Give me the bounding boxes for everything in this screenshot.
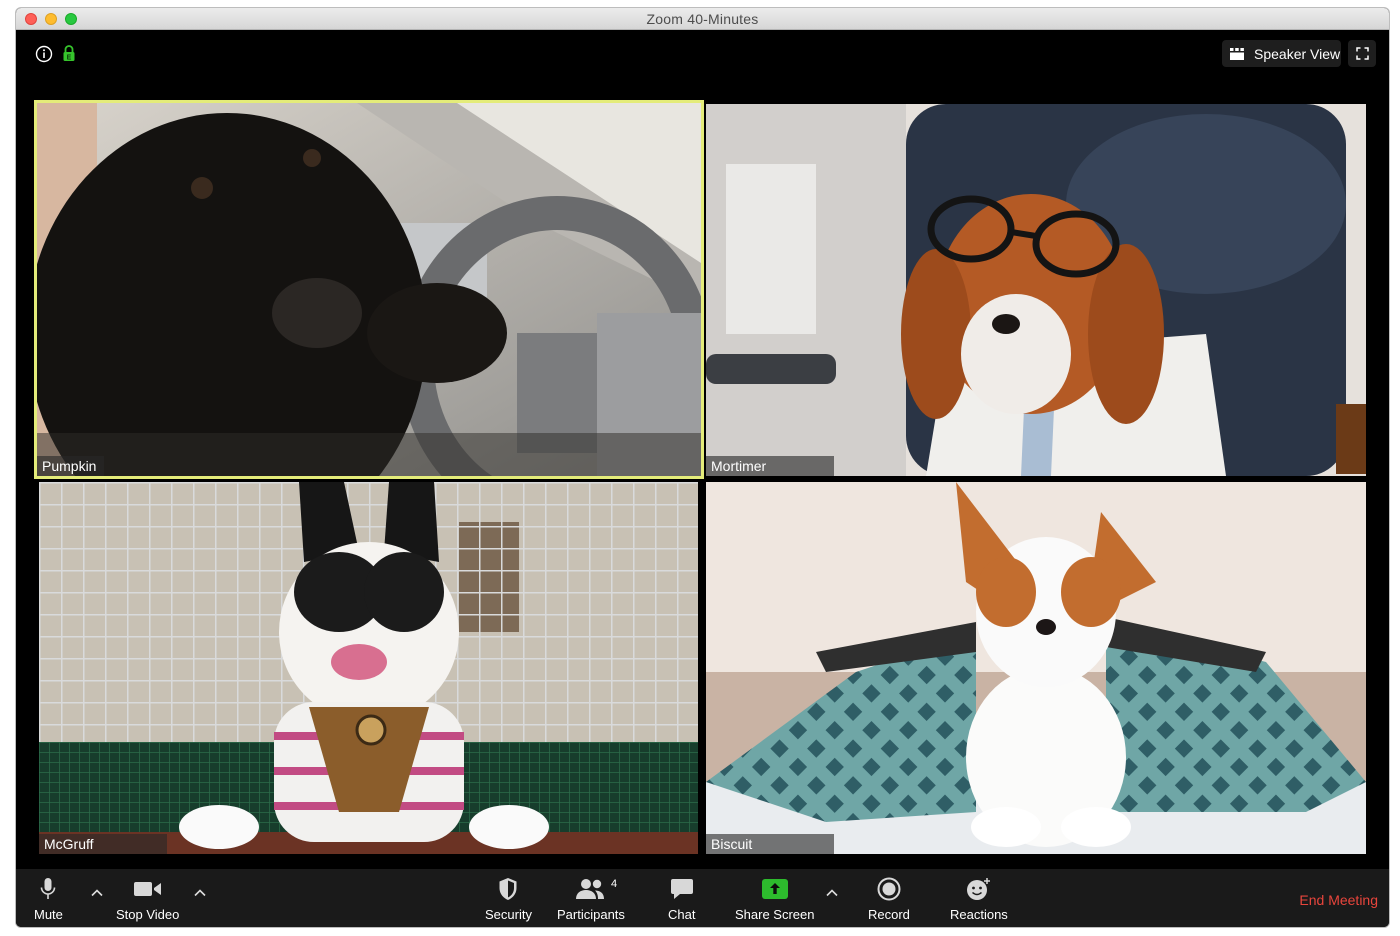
video-feed-pumpkin: [37, 103, 701, 476]
svg-text:E: E: [67, 55, 72, 62]
video-tile-mcgruff[interactable]: McGruff: [39, 482, 698, 854]
participant-name: Mortimer: [706, 456, 834, 476]
shield-icon: [499, 878, 517, 900]
record-button[interactable]: Record: [868, 875, 910, 922]
info-icon[interactable]: [35, 45, 53, 63]
end-meeting-button[interactable]: End Meeting: [1299, 892, 1378, 908]
security-button[interactable]: Security: [485, 875, 532, 922]
video-tile-mortimer[interactable]: Mortimer: [706, 104, 1366, 476]
chevron-up-icon[interactable]: [193, 886, 207, 900]
mute-label: Mute: [34, 907, 63, 922]
record-icon: [877, 877, 901, 901]
video-camera-icon: [133, 882, 161, 896]
stop-video-label: Stop Video: [116, 907, 180, 922]
participant-name: McGruff: [39, 834, 167, 854]
security-label: Security: [485, 907, 532, 922]
title-bar: Zoom 40-Minutes: [16, 8, 1389, 30]
record-label: Record: [868, 907, 910, 922]
share-screen-icon: [761, 879, 788, 899]
video-tile-biscuit[interactable]: Biscuit: [706, 482, 1366, 854]
fullscreen-icon: [1355, 47, 1369, 60]
speaker-view-label: Speaker View: [1254, 45, 1341, 62]
share-screen-label: Share Screen: [735, 907, 815, 922]
chat-button[interactable]: Chat: [668, 875, 695, 922]
speaker-view-button[interactable]: Speaker View: [1222, 40, 1341, 67]
lock-icon[interactable]: E: [62, 44, 76, 62]
chevron-up-icon[interactable]: [90, 886, 104, 900]
participant-name: Biscuit: [706, 834, 834, 854]
zoom-window: Zoom 40-Minutes E Speaker View Pumpkin M…: [16, 8, 1389, 927]
speaker-view-icon: [1230, 47, 1244, 60]
video-feed-mcgruff: [39, 482, 698, 854]
participant-name: Pumpkin: [37, 456, 105, 476]
video-tile-pumpkin[interactable]: Pumpkin: [34, 100, 704, 479]
fullscreen-button[interactable]: [1348, 40, 1376, 67]
share-screen-button[interactable]: Share Screen: [735, 875, 815, 922]
meeting-toolbar: Mute Stop Video Security Participants 4 …: [16, 869, 1389, 927]
reactions-label: Reactions: [950, 907, 1008, 922]
video-feed-biscuit: [706, 482, 1366, 854]
participants-icon: [575, 879, 604, 899]
reactions-button[interactable]: Reactions: [950, 875, 1008, 922]
video-feed-mortimer: [706, 104, 1366, 476]
window-title: Zoom 40-Minutes: [646, 11, 759, 27]
mute-button[interactable]: Mute: [34, 875, 63, 922]
stop-video-button[interactable]: Stop Video: [116, 875, 179, 922]
chat-bubble-icon: [670, 879, 693, 899]
reaction-emoji-icon: [966, 878, 990, 900]
participants-label: Participants: [557, 907, 625, 922]
participants-count: 4: [611, 878, 618, 890]
chat-label: Chat: [668, 907, 696, 922]
chevron-up-icon[interactable]: [825, 886, 839, 900]
microphone-icon: [41, 878, 56, 899]
